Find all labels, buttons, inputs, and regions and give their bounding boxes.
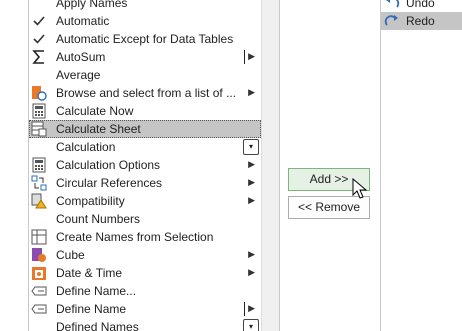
command-item-label: Compatibility <box>56 194 125 208</box>
left-margin <box>0 0 28 331</box>
none-icon <box>31 319 47 331</box>
none-icon <box>31 211 47 227</box>
submenu-arrow-icon: ▶ <box>248 249 255 259</box>
command-item[interactable]: Cube ▶ <box>29 246 261 264</box>
separator-bar <box>244 50 245 64</box>
command-item[interactable]: Automatic <box>29 12 261 30</box>
submenu-arrow-icon: ▶ <box>248 267 255 277</box>
command-item[interactable]: Browse and select from a list of ... ▶ <box>29 84 261 102</box>
command-item[interactable]: Create Names from Selection <box>29 228 261 246</box>
qat-item-label: Redo <box>406 14 435 28</box>
command-item[interactable]: Compatibility ▶ <box>29 192 261 210</box>
command-item[interactable]: Count Numbers <box>29 210 261 228</box>
submenu-arrow-icon: ▶ <box>248 177 255 187</box>
command-item-label: Create Names from Selection <box>56 230 214 244</box>
command-item-label: Define Name <box>56 302 127 316</box>
calculator-icon <box>31 157 47 173</box>
create-names-icon <box>31 229 47 245</box>
calculator-icon <box>31 103 47 119</box>
commands-list[interactable]: Apply Names Automatic Automatic Except for… <box>28 0 262 331</box>
mouse-pointer-icon <box>352 178 368 199</box>
checkmark-icon <box>31 31 47 47</box>
command-item-label: Automatic Except for Data Tables <box>56 32 234 46</box>
define-name-icon <box>31 283 47 299</box>
checkmark-icon <box>31 13 47 29</box>
command-item[interactable]: Calculation Options ▶ <box>29 156 261 174</box>
dropdown-chevron-icon: ▾ <box>243 139 259 155</box>
calculate-sheet-icon <box>31 121 47 137</box>
quick-access-toolbar-list[interactable]: Undo Redo <box>380 0 462 331</box>
qat-item-label: Undo <box>406 0 435 10</box>
redo-icon <box>384 13 400 29</box>
dropdown-chevron-icon: ▾ <box>243 319 259 331</box>
submenu-arrow-icon: ▶ <box>248 303 255 313</box>
command-item[interactable]: Define Name... <box>29 282 261 300</box>
separator-bar <box>244 302 245 316</box>
none-icon <box>31 0 47 11</box>
command-item-label: Calculate Now <box>56 104 134 118</box>
browse-icon <box>31 85 47 101</box>
submenu-arrow-icon: ▶ <box>248 87 255 97</box>
command-item[interactable]: Apply Names <box>29 0 261 12</box>
sigma-icon <box>31 49 47 65</box>
compatibility-warning-icon <box>31 193 47 209</box>
command-item-label: Automatic <box>56 14 110 28</box>
add-button-label: Add >> <box>309 172 349 186</box>
command-item-label: AutoSum <box>56 50 106 64</box>
qat-item[interactable]: Undo <box>381 0 462 12</box>
submenu-arrow-icon: ▶ <box>248 159 255 169</box>
command-item[interactable]: Date & Time ▶ <box>29 264 261 282</box>
command-item-label: Browse and select from a list of ... <box>56 86 237 100</box>
submenu-arrow-icon: ▶ <box>248 195 255 205</box>
command-item[interactable]: Automatic Except for Data Tables <box>29 30 261 48</box>
cube-icon <box>31 247 47 263</box>
undo-icon <box>384 0 400 11</box>
command-item[interactable]: Average <box>29 66 261 84</box>
none-icon <box>31 67 47 83</box>
command-item-label: Average <box>56 68 101 82</box>
command-item[interactable]: Defined Names ▾ <box>29 318 261 331</box>
command-item-label: Count Numbers <box>56 212 141 226</box>
command-item[interactable]: Define Name ▶ <box>29 300 261 318</box>
command-item-label: Cube <box>56 248 85 262</box>
command-item[interactable]: Circular References ▶ <box>29 174 261 192</box>
command-item-label: Define Name... <box>56 284 137 298</box>
command-item-label: Calculation <box>56 140 116 154</box>
calendar-icon <box>31 265 47 281</box>
command-item-label: Defined Names <box>56 320 139 331</box>
submenu-arrow-icon: ▶ <box>248 51 255 61</box>
define-name-icon <box>31 301 47 317</box>
command-item-label: Calculation Options <box>56 158 161 172</box>
remove-button-label: << Remove <box>297 200 361 214</box>
commands-list-scrollbar[interactable] <box>261 0 280 331</box>
command-item[interactable]: AutoSum ▶ <box>29 48 261 66</box>
command-item-label: Circular References <box>56 176 163 190</box>
qat-item[interactable]: Redo <box>381 12 462 30</box>
command-item[interactable]: Calculate Sheet <box>29 120 261 138</box>
command-item[interactable]: Calculate Now <box>29 102 261 120</box>
command-item[interactable]: Calculation ▾ <box>29 138 261 156</box>
command-item-label: Apply Names <box>56 0 128 10</box>
circular-references-icon <box>31 175 47 191</box>
command-item-label: Calculate Sheet <box>56 122 141 136</box>
none-icon <box>31 139 47 155</box>
command-item-label: Date & Time <box>56 266 123 280</box>
